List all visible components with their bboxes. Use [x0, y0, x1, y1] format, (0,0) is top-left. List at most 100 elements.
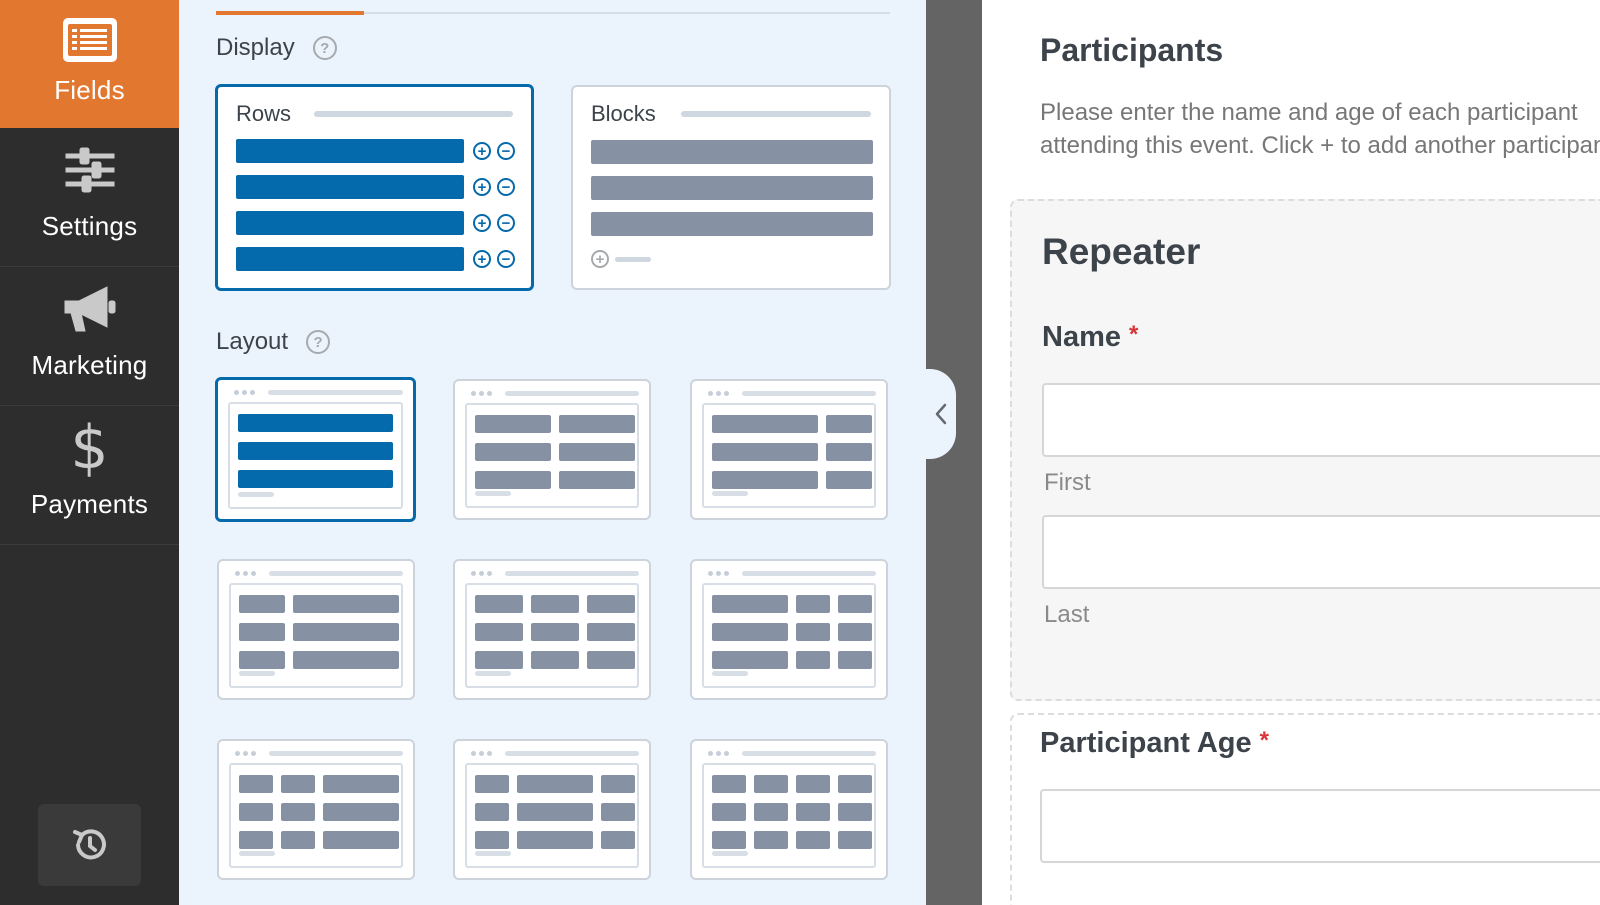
- layout-foot: [475, 671, 511, 676]
- row-controls: + −: [473, 142, 515, 160]
- minus-circle-icon: −: [497, 250, 515, 268]
- layout-cell: [838, 775, 872, 793]
- row-controls: + −: [473, 250, 515, 268]
- layout-cell: [712, 651, 788, 669]
- layout-cell: [517, 831, 593, 849]
- layout-cell: [826, 443, 872, 461]
- layout-cell: [826, 471, 872, 489]
- chevron-left-icon: [935, 403, 947, 425]
- layout-cell: [796, 623, 830, 641]
- layout-cell: [838, 651, 872, 669]
- layout-cell: [838, 831, 872, 849]
- window-dots: [471, 391, 492, 396]
- layout-cell: [475, 623, 523, 641]
- layout-option-narrow-wide-narrow[interactable]: [453, 739, 651, 880]
- nav-item-payments[interactable]: $ Payments: [0, 406, 179, 545]
- plus-circle-icon: +: [473, 142, 491, 160]
- form-preview: Participants Please enter the name and a…: [982, 0, 1600, 905]
- help-icon[interactable]: ?: [306, 330, 331, 354]
- display-option-label: Blocks: [591, 101, 656, 126]
- window-dots: [708, 391, 729, 396]
- layout-cell: [281, 803, 315, 821]
- layout-cell: [239, 595, 285, 613]
- section-title: Participants: [1040, 32, 1224, 68]
- display-option-rows[interactable]: Rows + − + − + − + −: [215, 84, 534, 291]
- layout-cell: [712, 595, 788, 613]
- layout-cell: [293, 595, 399, 613]
- collapse-panel-button[interactable]: [926, 369, 956, 459]
- layout-cell: [559, 415, 635, 433]
- age-input[interactable]: [1040, 789, 1600, 863]
- layout-cell: [475, 595, 523, 613]
- last-name-input[interactable]: [1042, 515, 1600, 589]
- layout-cell: [601, 803, 635, 821]
- window-dots: [235, 571, 256, 576]
- layout-cell: [475, 415, 551, 433]
- layout-foot: [712, 851, 748, 856]
- nav-item-marketing[interactable]: Marketing: [0, 267, 179, 406]
- layout-cell: [601, 831, 635, 849]
- layout-cell: [559, 443, 635, 461]
- layout-cell: [712, 775, 746, 793]
- revision-history-button[interactable]: [38, 804, 141, 886]
- window-dots: [708, 571, 729, 576]
- layout-cell: [712, 803, 746, 821]
- plus-circle-icon: +: [473, 250, 491, 268]
- minus-circle-icon: −: [497, 178, 515, 196]
- layout-section-label: Layout ?: [216, 328, 331, 356]
- layout-preview: [702, 763, 876, 868]
- nav-item-settings[interactable]: Settings: [0, 128, 179, 267]
- layout-top-line: [269, 751, 403, 756]
- layout-option-3-col[interactable]: [453, 559, 651, 700]
- layout-preview: [702, 583, 876, 688]
- window-dots: [471, 571, 492, 576]
- layout-cell: [293, 623, 399, 641]
- nav-item-fields[interactable]: Fields: [0, 0, 179, 128]
- display-option-blocks[interactable]: Blocks +: [571, 85, 891, 290]
- layout-option-narrow-narrow-wide[interactable]: [217, 739, 415, 880]
- layout-option-1-col[interactable]: [215, 377, 416, 522]
- age-label-text: Participant Age: [1040, 727, 1252, 759]
- layout-cell: [826, 415, 872, 433]
- layout-cell: [475, 651, 523, 669]
- add-line: [615, 256, 651, 262]
- required-mark: *: [1259, 727, 1269, 754]
- block-bar: [591, 140, 873, 164]
- layout-preview: [228, 402, 403, 509]
- plus-circle-icon: +: [473, 214, 491, 232]
- layout-cell: [293, 651, 399, 669]
- required-mark: *: [1129, 321, 1139, 348]
- last-sublabel: Last: [1044, 601, 1090, 628]
- layout-option-wide-narrow[interactable]: [690, 379, 888, 520]
- layout-cell: [475, 443, 551, 461]
- layout-foot: [475, 851, 511, 856]
- layout-cell: [601, 775, 635, 793]
- row-controls: + −: [473, 214, 515, 232]
- layout-top-line: [742, 391, 876, 396]
- layout-cell: [238, 442, 393, 460]
- layout-foot: [475, 491, 511, 496]
- layout-cell: [281, 775, 315, 793]
- help-icon[interactable]: ?: [312, 36, 337, 60]
- layout-option-wide-narrow-narrow[interactable]: [690, 559, 888, 700]
- layout-option-4-col[interactable]: [690, 739, 888, 880]
- layout-cell: [712, 443, 818, 461]
- layout-cell: [838, 595, 872, 613]
- dollar-icon: $: [70, 413, 109, 483]
- minus-circle-icon: −: [497, 142, 515, 160]
- layout-cell: [323, 831, 399, 849]
- row-bar: [236, 247, 464, 271]
- layout-cell: [587, 595, 635, 613]
- layout-top-line: [505, 571, 639, 576]
- participant-age-field[interactable]: Participant Age *: [1010, 713, 1600, 905]
- layout-cell: [712, 623, 788, 641]
- layout-cell: [475, 803, 509, 821]
- layout-option-narrow-wide[interactable]: [217, 559, 415, 700]
- layout-top-line: [505, 751, 639, 756]
- list-icon: [62, 15, 118, 65]
- layout-cell: [796, 775, 830, 793]
- layout-option-2-col[interactable]: [453, 379, 651, 520]
- repeater-field[interactable]: Repeater Name * First Last: [1010, 199, 1600, 701]
- layout-cell: [238, 414, 393, 432]
- first-name-input[interactable]: [1042, 383, 1600, 457]
